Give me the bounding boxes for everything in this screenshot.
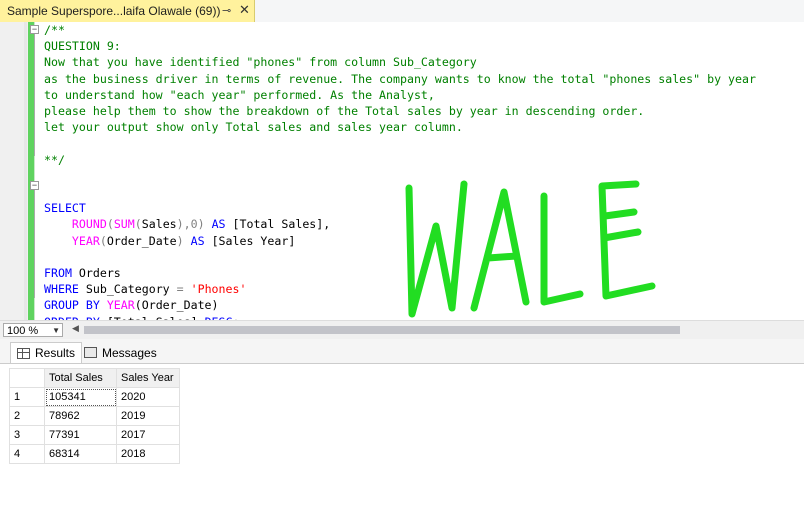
cell-sales-year[interactable]: 2017 (116, 425, 180, 445)
row-number[interactable]: 3 (9, 425, 45, 445)
cell-total-sales[interactable]: 77391 (44, 425, 117, 445)
document-tab-bar: Sample Superspore...laifa Olawale (69)) … (0, 0, 804, 22)
horizontal-scrollbar-thumb[interactable] (84, 326, 680, 334)
tab-messages-label: Messages (102, 345, 157, 360)
results-tab-strip: Results Messages (0, 339, 804, 364)
keyword-where: WHERE (44, 282, 79, 297)
query-editor[interactable]: − − /** QUESTION 9: Now that you have id… (0, 22, 804, 329)
tab-messages[interactable]: Messages (78, 342, 163, 363)
cell-sales-year[interactable]: 2019 (116, 406, 180, 426)
column-header-total-sales[interactable]: Total Sales (44, 368, 117, 388)
row-number[interactable]: 1 (9, 387, 45, 407)
comment-close: **/ (44, 152, 65, 167)
table-row[interactable]: 3 77391 2017 (9, 425, 180, 445)
document-tab[interactable]: Sample Superspore...laifa Olawale (69)) … (0, 0, 255, 22)
keyword-select: SELECT (44, 201, 86, 216)
cell-total-sales[interactable]: 68314 (44, 444, 117, 464)
alias-sales-year: [Sales Year] (211, 233, 296, 248)
table-row[interactable]: 1 105341 2020 (9, 387, 180, 407)
chevron-down-icon: ▼ (52, 326, 60, 335)
tab-results[interactable]: Results (10, 342, 83, 363)
tab-results-label: Results (35, 346, 76, 360)
outline-line (34, 190, 35, 298)
zoom-value: 100 % (7, 325, 39, 337)
cell-total-sales[interactable]: 78962 (44, 406, 117, 426)
comment-open: /** (44, 23, 65, 37)
outline-line (34, 34, 35, 156)
selection-margin (24, 22, 27, 320)
editor-status-scroll-bar: 100 % ▼ ◀ (0, 320, 804, 340)
cell-total-sales[interactable]: 105341 (44, 387, 117, 407)
pin-icon[interactable]: ⊸ (222, 4, 231, 17)
grid-icon (17, 347, 30, 359)
messages-icon (84, 347, 97, 358)
scroll-left-icon[interactable]: ◀ (72, 323, 79, 334)
table-name: Orders (78, 266, 121, 281)
table-row[interactable]: 2 78962 2019 (9, 406, 180, 426)
table-row[interactable]: 4 68314 2018 (9, 444, 180, 464)
keyword-from: FROM (44, 266, 72, 281)
row-number-header[interactable] (9, 368, 45, 388)
comment-line: Now that you have identified "phones" fr… (44, 55, 477, 70)
keyword-group-by: GROUP BY (44, 298, 100, 313)
comment-line: please help them to show the breakdown o… (44, 104, 645, 119)
close-icon[interactable]: ✕ (239, 2, 250, 18)
results-grid[interactable]: Total Sales Sales Year 1 105341 2020 2 7… (9, 368, 180, 464)
function-round: ROUND (71, 217, 107, 232)
wale-handwritten-watermark (405, 180, 656, 318)
comment-line: to understand how "each year" performed.… (44, 87, 435, 102)
document-tab-title: Sample Superspore...laifa Olawale (69)) (7, 4, 221, 18)
collapse-select-icon[interactable]: − (30, 181, 39, 190)
comment-line: let your output show only Total sales an… (44, 120, 463, 135)
function-sum: SUM (113, 217, 135, 232)
zoom-dropdown[interactable]: 100 % ▼ (3, 323, 63, 337)
row-number[interactable]: 2 (9, 406, 45, 426)
string-literal: 'Phones' (190, 282, 247, 297)
comment-question: QUESTION 9: (44, 39, 121, 54)
grid-header-row: Total Sales Sales Year (9, 368, 180, 388)
letter-e-stroke (598, 180, 656, 300)
letter-l-stroke (540, 192, 584, 306)
cell-sales-year[interactable]: 2018 (116, 444, 180, 464)
collapse-comment-icon[interactable]: − (30, 25, 39, 34)
column-header-sales-year[interactable]: Sales Year (116, 368, 180, 388)
cell-sales-year[interactable]: 2020 (116, 387, 180, 407)
row-number[interactable]: 4 (9, 444, 45, 464)
letter-w-stroke (405, 180, 468, 318)
results-pane: Results Messages Total Sales Sales Year … (0, 339, 804, 505)
alias-total-sales: [Total Sales], (232, 217, 331, 232)
letter-a-stroke (470, 188, 530, 312)
comment-line: as the business driver in terms of reven… (44, 71, 756, 86)
function-year: YEAR (71, 233, 100, 248)
